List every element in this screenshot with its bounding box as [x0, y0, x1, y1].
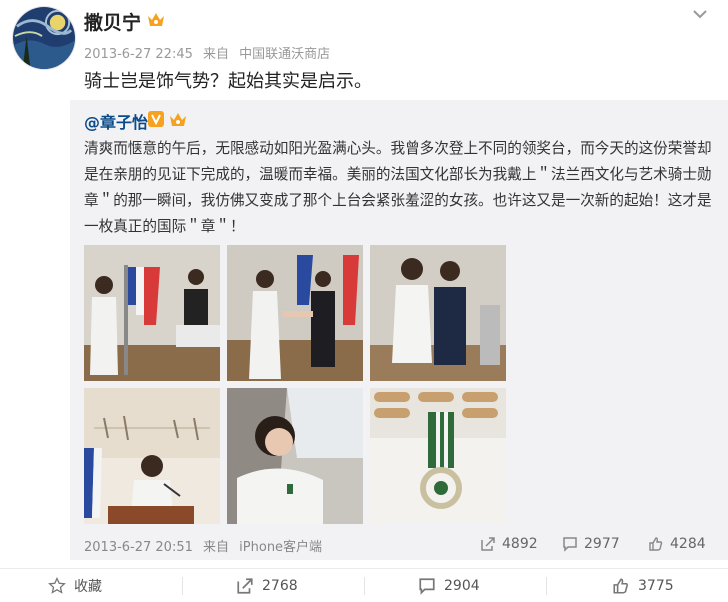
repost-meta: 2013-6-27 20:51 来自 iPhone客户端	[84, 536, 328, 555]
repost-reposts-value: 4892	[502, 536, 538, 552]
post-username[interactable]: 撒贝宁	[84, 8, 141, 35]
podium-speech-photo	[84, 388, 220, 524]
comment-count: 2904	[444, 578, 480, 594]
post-menu-button[interactable]	[688, 4, 712, 24]
action-bar: 收藏 2768 2904 3775	[0, 568, 728, 602]
repost-text: 清爽而惬意的午后，无限感动如阳光盈满心头。我曾多次登上不同的领奖台，而今天的这份…	[84, 140, 712, 235]
comment-icon	[563, 537, 577, 552]
repost-photo[interactable]	[227, 245, 363, 381]
favorite-button[interactable]: 收藏	[48, 573, 102, 599]
medal-closeup-photo	[370, 388, 506, 524]
repost-time[interactable]: 2013-6-27 20:51	[84, 540, 193, 555]
post-meta: 2013-6-27 22:45 来自 中国联通沃商店	[84, 43, 336, 62]
favorite-label: 收藏	[74, 579, 102, 595]
vip-crown-icon[interactable]	[146, 10, 166, 28]
share-icon	[237, 578, 253, 594]
vip-crown-icon[interactable]	[168, 110, 188, 128]
repost-block[interactable]: @章子怡 清爽而惬意的午后，无限感动如阳光盈满心头。我曾多次登上不同的领奖台，而…	[70, 100, 728, 560]
repost-repost-count[interactable]: 4892	[480, 534, 538, 554]
repost-likes-value: 4284	[670, 536, 706, 552]
two-women-photo	[370, 245, 506, 381]
divider	[182, 577, 183, 595]
repost-source[interactable]: iPhone客户端	[239, 540, 322, 555]
like-button[interactable]: 3775	[612, 573, 674, 599]
starry-night-avatar-image	[13, 7, 75, 69]
repost-count: 2768	[262, 578, 298, 594]
post-time[interactable]: 2013-6-27 22:45	[84, 47, 193, 62]
repost-via: 来自	[203, 540, 230, 555]
post-source[interactable]: 中国联通沃商店	[239, 47, 330, 62]
repost-comment-count[interactable]: 2977	[562, 534, 620, 554]
medal-pinning-photo	[227, 245, 363, 381]
divider	[546, 577, 547, 595]
thumbs-up-icon	[649, 537, 663, 551]
repost-photo[interactable]	[227, 388, 363, 524]
divider	[364, 577, 365, 595]
star-icon	[48, 577, 66, 594]
thumbs-up-icon	[613, 578, 628, 594]
share-icon	[481, 537, 495, 551]
verified-v-icon	[148, 111, 164, 127]
post-text: 骑士岂是饰气势？起始其实是启示。	[84, 71, 372, 92]
repost-like-count[interactable]: 4284	[648, 534, 706, 554]
award-ceremony-photo	[84, 245, 220, 381]
chevron-down-icon	[693, 10, 707, 19]
repost-photo[interactable]	[84, 245, 220, 381]
comment-button[interactable]: 2904	[418, 573, 480, 599]
like-count: 3775	[638, 578, 674, 594]
repost-photo[interactable]	[370, 388, 506, 524]
repost-photo[interactable]	[84, 388, 220, 524]
car-portrait-photo	[227, 388, 363, 524]
comment-icon	[419, 578, 435, 595]
repost-author[interactable]: @章子怡	[84, 109, 148, 133]
repost-button[interactable]: 2768	[236, 573, 298, 599]
weibo-post: 撒贝宁 2013-6-27 22:45 来自 中国联通沃商店 骑士岂是饰气势？起…	[0, 0, 728, 602]
repost-comments-value: 2977	[584, 536, 620, 552]
avatar[interactable]	[12, 6, 76, 70]
repost-photo[interactable]	[370, 245, 506, 381]
post-via: 来自	[203, 47, 230, 62]
